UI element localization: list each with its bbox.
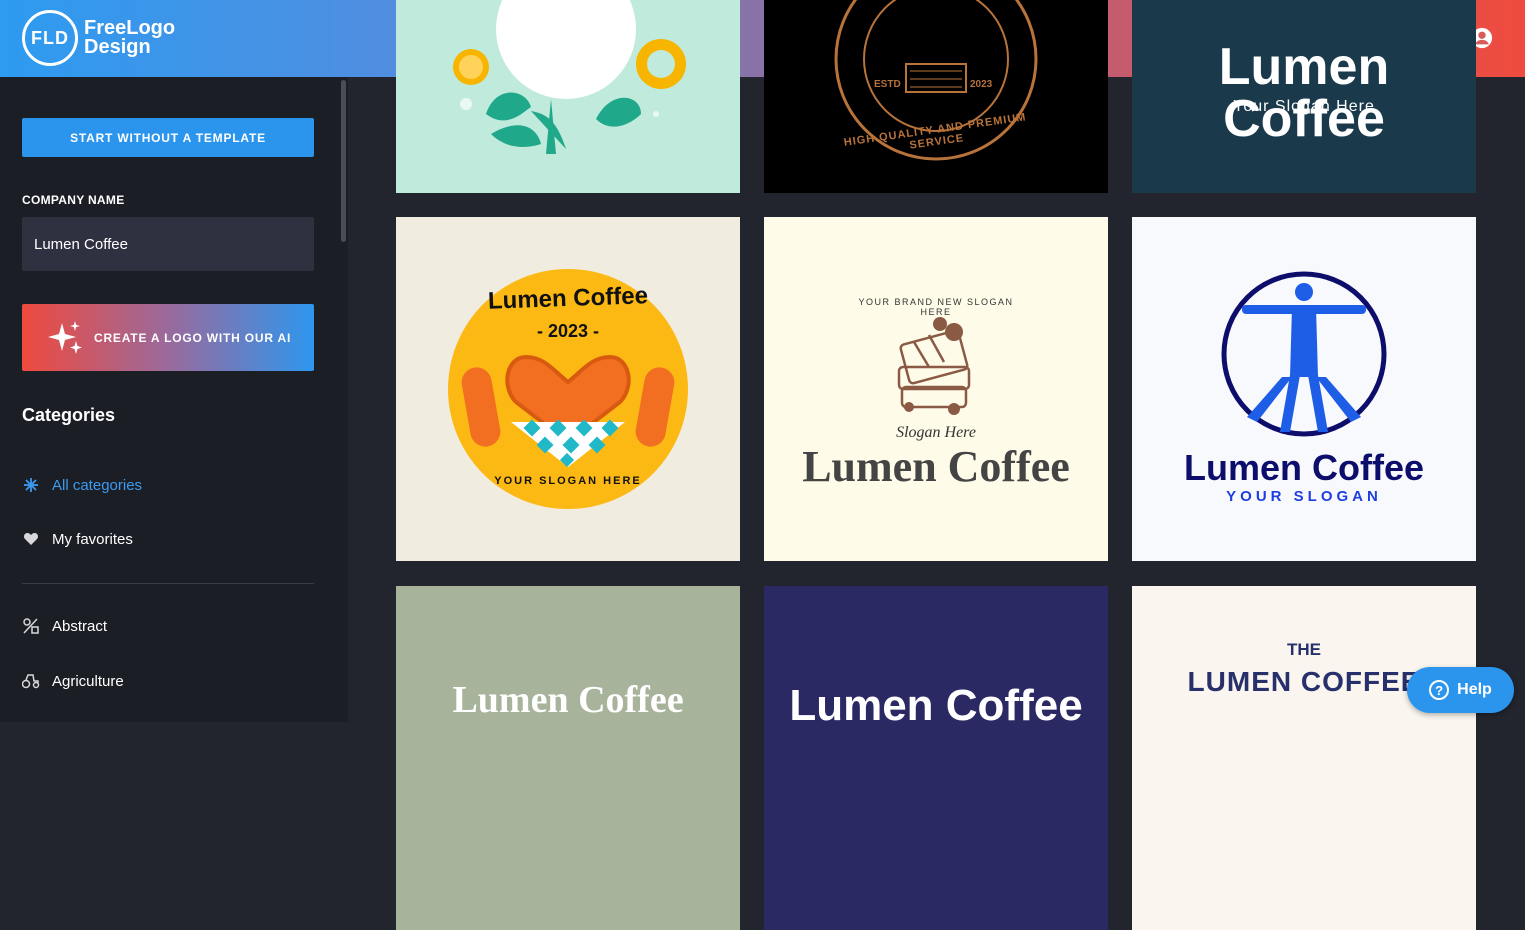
logo-name-text: Lumen Coffee — [1183, 447, 1424, 488]
logo-slogan-text: YOUR SLOGAN HERE — [494, 475, 642, 487]
logo-slogan-text: Your Slogan Here — [1233, 98, 1375, 115]
asterisk-icon — [22, 476, 40, 494]
logo-badge: FLD — [22, 10, 78, 66]
category-label: Abstract — [52, 617, 108, 635]
emblem-logo-artwork — [834, 0, 1038, 161]
logo-top-slogan: YOUR BRAND NEW SLOGAN HERE — [858, 297, 1014, 317]
logo-wordmark: FreeLogo Design — [84, 18, 175, 58]
sidebar-scrollbar[interactable] — [341, 80, 346, 242]
pretzel-logo-artwork — [448, 269, 688, 509]
heart-icon — [22, 530, 40, 548]
logo-slogan-text: Slogan Here — [896, 424, 976, 441]
logo-template-card[interactable] — [396, 0, 740, 193]
sparkle-icon — [48, 320, 82, 354]
year-text: 2023 — [970, 79, 993, 90]
company-name-label: COMPANY NAME — [22, 193, 125, 207]
help-button[interactable]: ? Help — [1407, 667, 1514, 713]
category-abstract[interactable]: Abstract — [22, 617, 107, 635]
categories-title: Categories — [22, 405, 116, 425]
start-without-template-button[interactable]: START WITHOUT A TEMPLATE — [22, 118, 314, 157]
logo-template-card[interactable]: YOUR BRAND NEW SLOGAN HERE Slogan Here L… — [764, 217, 1108, 561]
waffle-logo-artwork — [897, 317, 971, 415]
category-label: Agriculture — [52, 672, 124, 690]
logo-template-card[interactable]: ESTD 2023 HIGH QUALITY AND PREMIUM SERVI… — [764, 0, 1108, 193]
summer-logo-artwork — [453, 0, 686, 154]
logo-line-2: Design — [84, 36, 151, 58]
logo-template-card[interactable]: Lumen Coffee Your Slogan Here — [1132, 0, 1476, 193]
vitruvian-logo-artwork — [1221, 271, 1387, 437]
help-label: Help — [1457, 681, 1492, 698]
category-all[interactable]: All categories — [22, 476, 142, 494]
logo-template-card[interactable]: Lumen Coffee YOUR SLOGAN — [1132, 217, 1476, 561]
logo-slogan-text: YOUR SLOGAN — [1226, 488, 1382, 505]
logo-template-card[interactable]: THE LUMEN COFFEE — [1132, 586, 1476, 930]
logo-name-text: Lumen Coffee — [802, 442, 1070, 491]
estd-text: ESTD — [874, 79, 901, 90]
abstract-icon — [22, 617, 40, 635]
category-favorites[interactable]: My favorites — [22, 530, 133, 548]
logo-template-card[interactable]: Lumen Coffee - 2023 - YOUR SLOGAN HERE — [396, 217, 740, 561]
logo-the-text: THE — [1287, 640, 1321, 659]
logo-name-text: Lumen Coffee — [452, 679, 684, 721]
logo-name-text: Lumen Coffee — [789, 681, 1083, 730]
create-logo-ai-label: CREATE A LOGO WITH OUR AI — [94, 330, 292, 345]
create-logo-ai-button[interactable]: CREATE A LOGO WITH OUR AI — [22, 304, 314, 371]
logo-year-text: - 2023 - — [536, 321, 600, 341]
category-label: My favorites — [52, 530, 133, 548]
logo-name-text: Lumen Coffee — [1218, 38, 1390, 148]
logo-template-card[interactable]: Lumen Coffee — [764, 586, 1108, 930]
company-name-input[interactable]: Lumen Coffee — [22, 217, 314, 271]
logo-template-card[interactable]: Lumen Coffee — [396, 586, 740, 930]
sidebar-divider — [22, 583, 314, 584]
freelogodesign-logo[interactable]: FLD FreeLogo Design — [22, 10, 175, 66]
category-label: All categories — [52, 476, 143, 494]
tractor-icon — [22, 672, 40, 690]
category-agriculture[interactable]: Agriculture — [22, 672, 124, 690]
question-icon: ? — [1429, 680, 1450, 700]
